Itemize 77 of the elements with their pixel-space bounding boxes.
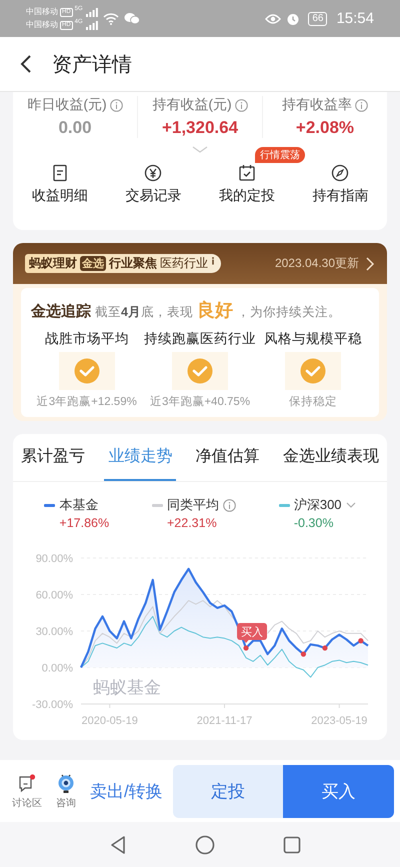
- action-button[interactable]: 收益明细: [32, 164, 88, 205]
- notice-badge: 行情震荡: [254, 147, 305, 163]
- carrier-name: 中国移动: [26, 20, 58, 30]
- legend-change: +17.86%: [59, 516, 110, 530]
- criterion-note: 近3年跑赢+40.75%: [150, 394, 250, 409]
- auto-invest-button[interactable]: 定投: [172, 764, 284, 818]
- info-icon[interactable]: [110, 98, 123, 112]
- legend-label: 本基金: [59, 496, 98, 514]
- criterion-title: 持续跑赢医药行业: [144, 330, 256, 348]
- stat-label: 持有收益(元): [152, 96, 232, 114]
- page-title: 资产详情: [52, 52, 132, 78]
- home-nav-icon[interactable]: [195, 834, 215, 854]
- carrier-name: 中国移动: [26, 7, 58, 17]
- chart-watermark: 蚂蚁基金: [93, 678, 161, 697]
- legend-change: +22.31%: [166, 516, 217, 530]
- criterion-title: 战胜市场平均: [44, 330, 129, 348]
- recents-nav-icon[interactable]: [283, 836, 301, 854]
- legend-change: -0.30%: [294, 516, 334, 530]
- stat-value: 0.00: [58, 118, 92, 138]
- info-icon[interactable]: [355, 98, 368, 112]
- info-icon[interactable]: [234, 98, 248, 112]
- info-icon[interactable]: [222, 498, 236, 512]
- stat-value: +2.08%: [296, 118, 354, 138]
- tracking-rating: 良好: [196, 299, 233, 322]
- dropdown-chevron-icon[interactable]: [346, 502, 356, 508]
- legend-label: 沪深300: [294, 496, 342, 514]
- y-axis-label: 30.00%: [36, 626, 73, 638]
- action-button[interactable]: 交易记录: [125, 164, 182, 205]
- industry-label: 医药行业: [160, 255, 208, 272]
- clock: 15:54: [336, 10, 374, 27]
- chevron-right-icon: [365, 256, 375, 270]
- category-label: 行业聚焦: [109, 255, 157, 272]
- alarm-icon: [286, 12, 300, 26]
- chart-tab[interactable]: 净值估算: [192, 434, 264, 481]
- compass-icon: [331, 164, 350, 182]
- action-button[interactable]: 持有指南: [312, 164, 368, 205]
- criterion-title: 风格与规模平稳: [264, 330, 362, 348]
- y-axis-label: 90.00%: [36, 553, 73, 565]
- brand-tag: 金选: [80, 256, 106, 271]
- info-icon: [211, 257, 215, 265]
- document-icon: [50, 164, 69, 182]
- wifi-icon: [102, 12, 119, 24]
- y-axis-label: 0.00%: [42, 662, 73, 674]
- x-axis-label: 2023-05-19: [311, 715, 368, 727]
- update-date: 2023.04.30更新: [274, 255, 359, 272]
- stat-label: 持有收益率: [282, 96, 352, 114]
- chart-tab[interactable]: 金选业绩表现: [278, 434, 383, 481]
- eye-icon: [265, 12, 282, 24]
- yen-icon: [144, 164, 162, 182]
- chart-tab[interactable]: 业绩走势: [104, 434, 176, 481]
- calendar-icon: [238, 164, 256, 182]
- bottom-nav-item[interactable]: 讨论区: [8, 772, 46, 810]
- brand-label: 蚂蚁理财: [29, 255, 77, 272]
- sell-switch-link[interactable]: 卖出/转换: [86, 780, 167, 802]
- signal-icon: [86, 8, 98, 16]
- y-axis-label: -30.00%: [32, 699, 73, 711]
- x-axis-label: 2021-11-17: [196, 715, 252, 727]
- buy-marker: 买入: [237, 623, 268, 644]
- stat-label: 昨日收益(元): [27, 96, 107, 114]
- criterion-note: 保持稳定: [289, 394, 338, 409]
- stat-value: +1,320.64: [162, 118, 238, 138]
- x-axis-label: 2020-05-19: [82, 715, 138, 727]
- selection-banner[interactable]: 蚂蚁理财 金选 行业聚焦 医药行业 2023.04.30更新: [13, 243, 387, 284]
- battery-level: 66: [308, 12, 328, 26]
- tracking-title: 金选追踪: [31, 302, 91, 321]
- chart-tab[interactable]: 累计盈亏: [17, 434, 89, 481]
- chat-app-icon: [124, 12, 140, 25]
- signal-icon: [86, 20, 98, 30]
- buy-button[interactable]: 买入: [283, 764, 394, 818]
- tracking-text: ，为你持续关注。: [236, 304, 341, 321]
- back-nav-icon[interactable]: [109, 834, 127, 854]
- criterion-note: 近3年跑赢+12.59%: [36, 394, 137, 409]
- y-axis-label: 60.00%: [36, 590, 73, 602]
- tracking-text: 截至4月底，表现: [95, 304, 193, 321]
- bottom-nav-item[interactable]: 咨询: [52, 772, 80, 810]
- legend-label: 同类平均: [166, 496, 219, 514]
- expand-chevron-icon[interactable]: [192, 146, 208, 154]
